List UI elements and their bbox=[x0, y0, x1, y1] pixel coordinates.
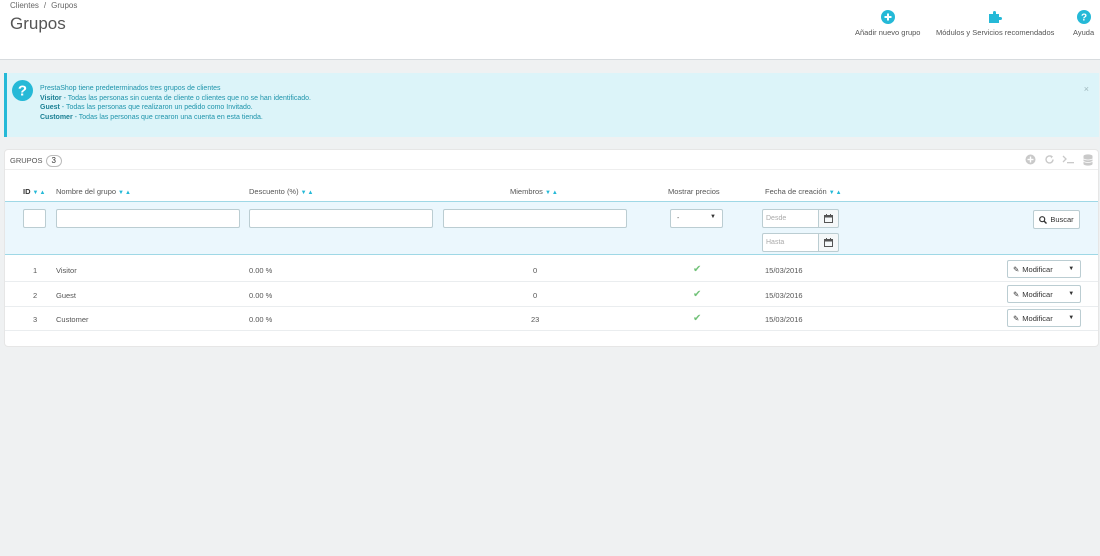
info-alert: ? PrestaShop tiene predeterminados tres … bbox=[4, 73, 1099, 137]
row-name: Visitor bbox=[56, 266, 77, 275]
column-header-discount[interactable]: Descuento (%) ▼▲ bbox=[249, 187, 315, 196]
search-button[interactable]: Buscar bbox=[1033, 210, 1080, 229]
add-new-group-button[interactable]: Añadir nuevo grupo bbox=[855, 10, 920, 37]
column-header-members[interactable]: Miembros ▼▲ bbox=[510, 187, 559, 196]
breadcrumb-parent[interactable]: Clientes bbox=[10, 1, 39, 10]
help-circle-icon: ? bbox=[1076, 10, 1091, 24]
page-title: Grupos bbox=[10, 14, 66, 33]
row-created: 15/03/2016 bbox=[765, 291, 803, 300]
help-label: Ayuda bbox=[1073, 28, 1095, 37]
row-members: 0 bbox=[533, 266, 538, 275]
table-row[interactable]: 2 Guest 0.00 % 0 ✔ 15/03/2016 ✎ Modificar… bbox=[5, 282, 1098, 307]
row-discount: 0.00 % bbox=[249, 266, 273, 275]
puzzle-icon bbox=[989, 11, 1003, 23]
filter-row: - ▼ Desde Hasta Buscar bbox=[5, 201, 1098, 255]
panel-header: Grupos 3 bbox=[5, 150, 1098, 170]
modify-button[interactable]: ✎ Modificar ▼ bbox=[1007, 285, 1081, 303]
table-row[interactable]: 1 Visitor 0.00 % 0 ✔ 15/03/2016 ✎ Modific… bbox=[5, 257, 1098, 282]
pencil-icon: ✎ bbox=[1013, 264, 1020, 274]
alert-text: PrestaShop tiene predeterminados tres gr… bbox=[40, 84, 311, 122]
pencil-icon: ✎ bbox=[1013, 289, 1020, 299]
recommended-modules-button[interactable]: Módulos y Servicios recomendados bbox=[936, 10, 1054, 37]
checkmark-icon: ✔ bbox=[693, 313, 702, 324]
date-to-input[interactable]: Hasta bbox=[762, 233, 819, 252]
search-button-label: Buscar bbox=[1050, 215, 1074, 224]
column-header-show-prices: Mostrar precios bbox=[668, 187, 720, 196]
filter-date-to[interactable]: Hasta bbox=[762, 233, 839, 252]
row-id: 1 bbox=[33, 266, 38, 275]
alert-intro: PrestaShop tiene predeterminados tres gr… bbox=[40, 85, 221, 92]
sort-arrows-icon[interactable]: ▼▲ bbox=[545, 190, 559, 196]
help-button[interactable]: ? Ayuda bbox=[1073, 10, 1094, 37]
filter-discount-input[interactable] bbox=[249, 209, 433, 228]
filter-id-input[interactable] bbox=[23, 209, 46, 228]
question-circle-icon: ? bbox=[12, 80, 33, 101]
recommended-modules-label: Módulos y Servicios recomendados bbox=[936, 28, 1055, 37]
sort-arrows-icon[interactable]: ▼▲ bbox=[301, 190, 315, 196]
calendar-icon[interactable] bbox=[819, 209, 839, 228]
refresh-icon[interactable] bbox=[1043, 153, 1056, 166]
group-count-badge: 3 bbox=[45, 155, 62, 167]
add-circle-icon bbox=[880, 10, 895, 24]
pencil-icon: ✎ bbox=[1013, 313, 1020, 323]
row-members: 23 bbox=[531, 315, 540, 324]
modify-label: Modificar bbox=[1022, 313, 1053, 323]
checkmark-icon: ✔ bbox=[693, 264, 702, 275]
row-name: Guest bbox=[56, 291, 77, 300]
panel-title: Grupos 3 bbox=[10, 155, 62, 167]
caret-down-icon: ▼ bbox=[710, 214, 716, 220]
add-icon[interactable] bbox=[1024, 153, 1037, 166]
sort-arrows-icon[interactable]: ▼▲ bbox=[829, 190, 843, 196]
row-name: Customer bbox=[56, 315, 89, 324]
table-row[interactable]: 3 Customer 0.00 % 23 ✔ 15/03/2016 ✎ Modif… bbox=[5, 306, 1098, 331]
calendar-icon[interactable] bbox=[819, 233, 839, 252]
add-new-group-label: Añadir nuevo grupo bbox=[855, 28, 921, 37]
date-from-input[interactable]: Desde bbox=[762, 209, 819, 228]
modify-button[interactable]: ✎ Modificar ▼ bbox=[1007, 309, 1081, 327]
breadcrumb: Clientes / Grupos bbox=[10, 1, 77, 10]
groups-panel: Grupos 3 ID ▼▲ Nombre del grupo ▼▲ Descuent… bbox=[4, 149, 1099, 347]
row-members: 0 bbox=[533, 291, 538, 300]
filter-show-prices-value: - bbox=[677, 215, 680, 222]
sql-manager-icon[interactable] bbox=[1062, 153, 1075, 166]
sort-arrows-icon[interactable]: ▼▲ bbox=[33, 190, 47, 196]
filter-date-from[interactable]: Desde bbox=[762, 209, 839, 228]
breadcrumb-separator: / bbox=[43, 1, 47, 10]
checkmark-icon: ✔ bbox=[693, 289, 702, 300]
database-export-icon[interactable] bbox=[1081, 153, 1094, 166]
row-discount: 0.00 % bbox=[249, 315, 273, 324]
panel-toolbar bbox=[1024, 153, 1094, 166]
search-icon bbox=[1039, 215, 1048, 224]
svg-text:?: ? bbox=[18, 83, 27, 100]
alert-close-button[interactable]: × bbox=[1084, 84, 1089, 94]
modify-label: Modificar bbox=[1022, 264, 1053, 274]
filter-name-input[interactable] bbox=[56, 209, 240, 228]
sort-arrows-icon[interactable]: ▼▲ bbox=[118, 190, 132, 196]
row-created: 15/03/2016 bbox=[765, 315, 803, 324]
column-header-name[interactable]: Nombre del grupo ▼▲ bbox=[56, 187, 132, 196]
alert-line-customer: Customer - Todas las personas que crearo… bbox=[40, 113, 263, 121]
filter-members-input[interactable] bbox=[443, 209, 627, 228]
modify-button[interactable]: ✎ Modificar ▼ bbox=[1007, 260, 1081, 278]
column-header-created[interactable]: Fecha de creación ▼▲ bbox=[765, 187, 843, 196]
caret-down-icon[interactable]: ▼ bbox=[1063, 286, 1080, 302]
alert-line-visitor: Visitor - Todas las personas sin cuenta … bbox=[40, 94, 311, 102]
svg-text:?: ? bbox=[1081, 13, 1087, 24]
column-header-id[interactable]: ID ▼▲ bbox=[23, 187, 46, 196]
alert-line-guest: Guest - Todas las personas que realizaro… bbox=[40, 104, 253, 111]
modify-label: Modificar bbox=[1022, 289, 1053, 299]
page-header: Clientes / Grupos Grupos Añadir nuevo grup… bbox=[0, 0, 1100, 60]
row-created: 15/03/2016 bbox=[765, 266, 803, 275]
caret-down-icon[interactable]: ▼ bbox=[1063, 310, 1080, 326]
breadcrumb-current: Grupos bbox=[51, 1, 78, 10]
row-id: 3 bbox=[33, 315, 38, 324]
row-discount: 0.00 % bbox=[249, 291, 273, 300]
row-id: 2 bbox=[33, 291, 38, 300]
filter-show-prices-select[interactable]: - ▼ bbox=[670, 209, 723, 228]
caret-down-icon[interactable]: ▼ bbox=[1063, 261, 1080, 277]
